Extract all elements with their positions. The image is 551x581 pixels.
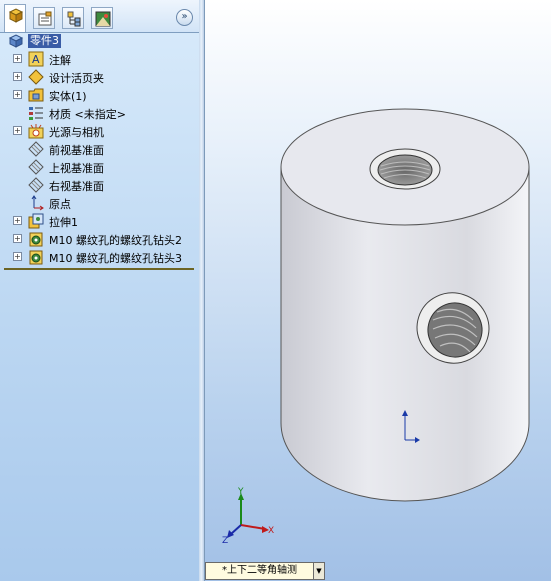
plane-icon xyxy=(28,177,44,193)
tab-feature-manager[interactable] xyxy=(4,4,26,32)
tree-item-front-plane[interactable]: 前视基准面 xyxy=(0,140,199,158)
tree-item-hole-wizard-2[interactable]: + M10 螺纹孔的螺纹孔钻头2 xyxy=(0,230,199,248)
tree-item-label: 拉伸1 xyxy=(49,216,78,229)
hole-wizard-icon xyxy=(29,250,43,265)
lights-cameras-icon xyxy=(28,124,44,139)
annotation-icon: A xyxy=(28,51,44,67)
plane-icon xyxy=(28,141,44,157)
tree-item-label: 光源与相机 xyxy=(49,126,104,139)
tree-item-material[interactable]: 材质 <未指定> xyxy=(0,104,199,122)
tree-item-right-plane[interactable]: 右视基准面 xyxy=(0,176,199,194)
tab-property-manager[interactable] xyxy=(33,7,55,29)
expand-toggle[interactable]: + xyxy=(13,72,22,81)
configuration-manager-icon xyxy=(67,11,81,27)
tree-item-origin[interactable]: 原点 xyxy=(0,194,199,212)
collapse-panel-button[interactable]: » xyxy=(176,9,193,26)
expand-toggle[interactable]: + xyxy=(13,54,22,63)
tree-root-part[interactable]: 零件3 xyxy=(8,33,61,49)
tree-item-label: 原点 xyxy=(49,198,71,211)
tree-item-label: 注解 xyxy=(49,54,71,67)
triad-y-label: Y xyxy=(237,487,244,497)
rollback-bar[interactable] xyxy=(4,268,194,270)
tree-item-extrude1[interactable]: + 拉伸1 xyxy=(0,212,199,230)
hole-wizard-icon xyxy=(29,232,43,247)
origin-icon xyxy=(31,195,44,211)
tree-item-lights-cameras[interactable]: + 光源与相机 xyxy=(0,122,199,140)
tree-root-label: 零件3 xyxy=(28,34,61,48)
expand-toggle[interactable]: + xyxy=(13,252,22,261)
tree-item-label: 上视基准面 xyxy=(49,162,104,175)
tree-item-design-binder[interactable]: + 设计活页夹 xyxy=(0,68,199,86)
tab-display-manager[interactable] xyxy=(91,7,113,29)
tree-item-label: 前视基准面 xyxy=(49,144,104,157)
reference-triad xyxy=(227,493,269,538)
view-orientation-label[interactable]: *上下二等角轴测 xyxy=(205,562,323,580)
plane-icon xyxy=(28,159,44,175)
tree-item-label: M10 螺纹孔的螺纹孔钻头2 xyxy=(49,234,182,247)
tree-item-label: 设计活页夹 xyxy=(49,72,104,85)
model-view: Y X Z xyxy=(222,108,530,546)
triad-x-label: X xyxy=(268,526,274,536)
extrude-icon xyxy=(28,213,44,229)
graphics-viewport[interactable]: Y X Z *上下二等角轴测 ▼ xyxy=(205,0,551,581)
expand-toggle[interactable]: + xyxy=(13,234,22,243)
view-orientation-dropdown[interactable]: ▼ xyxy=(313,562,325,580)
solid-bodies-icon xyxy=(28,88,44,102)
feature-manager-icon xyxy=(8,8,24,23)
tab-configuration-manager[interactable] xyxy=(62,7,84,29)
tree-item-hole-wizard-3[interactable]: + M10 螺纹孔的螺纹孔钻头3 xyxy=(0,248,199,266)
expand-toggle[interactable]: + xyxy=(13,126,22,135)
tree-item-top-plane[interactable]: 上视基准面 xyxy=(0,158,199,176)
tree-item-annotations[interactable]: + A 注解 xyxy=(0,50,199,68)
design-binder-icon xyxy=(28,69,44,85)
property-manager-icon xyxy=(38,11,52,26)
tree-item-solid-bodies[interactable]: + 实体(1) xyxy=(0,86,199,104)
tree-item-label: 材质 <未指定> xyxy=(49,108,126,121)
tree-item-label: 实体(1) xyxy=(49,90,87,103)
material-icon xyxy=(29,107,43,120)
tree-item-label: M10 螺纹孔的螺纹孔钻头3 xyxy=(49,252,182,265)
expand-toggle[interactable]: + xyxy=(13,216,22,225)
tree-item-label: 右视基准面 xyxy=(49,180,104,193)
panel-tab-strip: » xyxy=(0,0,199,33)
triad-z-label: Z xyxy=(222,536,228,546)
part-icon xyxy=(8,34,24,48)
expand-toggle[interactable]: + xyxy=(13,90,22,99)
svg-text:A: A xyxy=(32,53,40,66)
display-manager-icon xyxy=(95,11,111,27)
feature-manager-panel: » 零件3 + A 注解 + 设计活页夹 + 实体(1) 材质 <未指定> + … xyxy=(0,0,200,581)
